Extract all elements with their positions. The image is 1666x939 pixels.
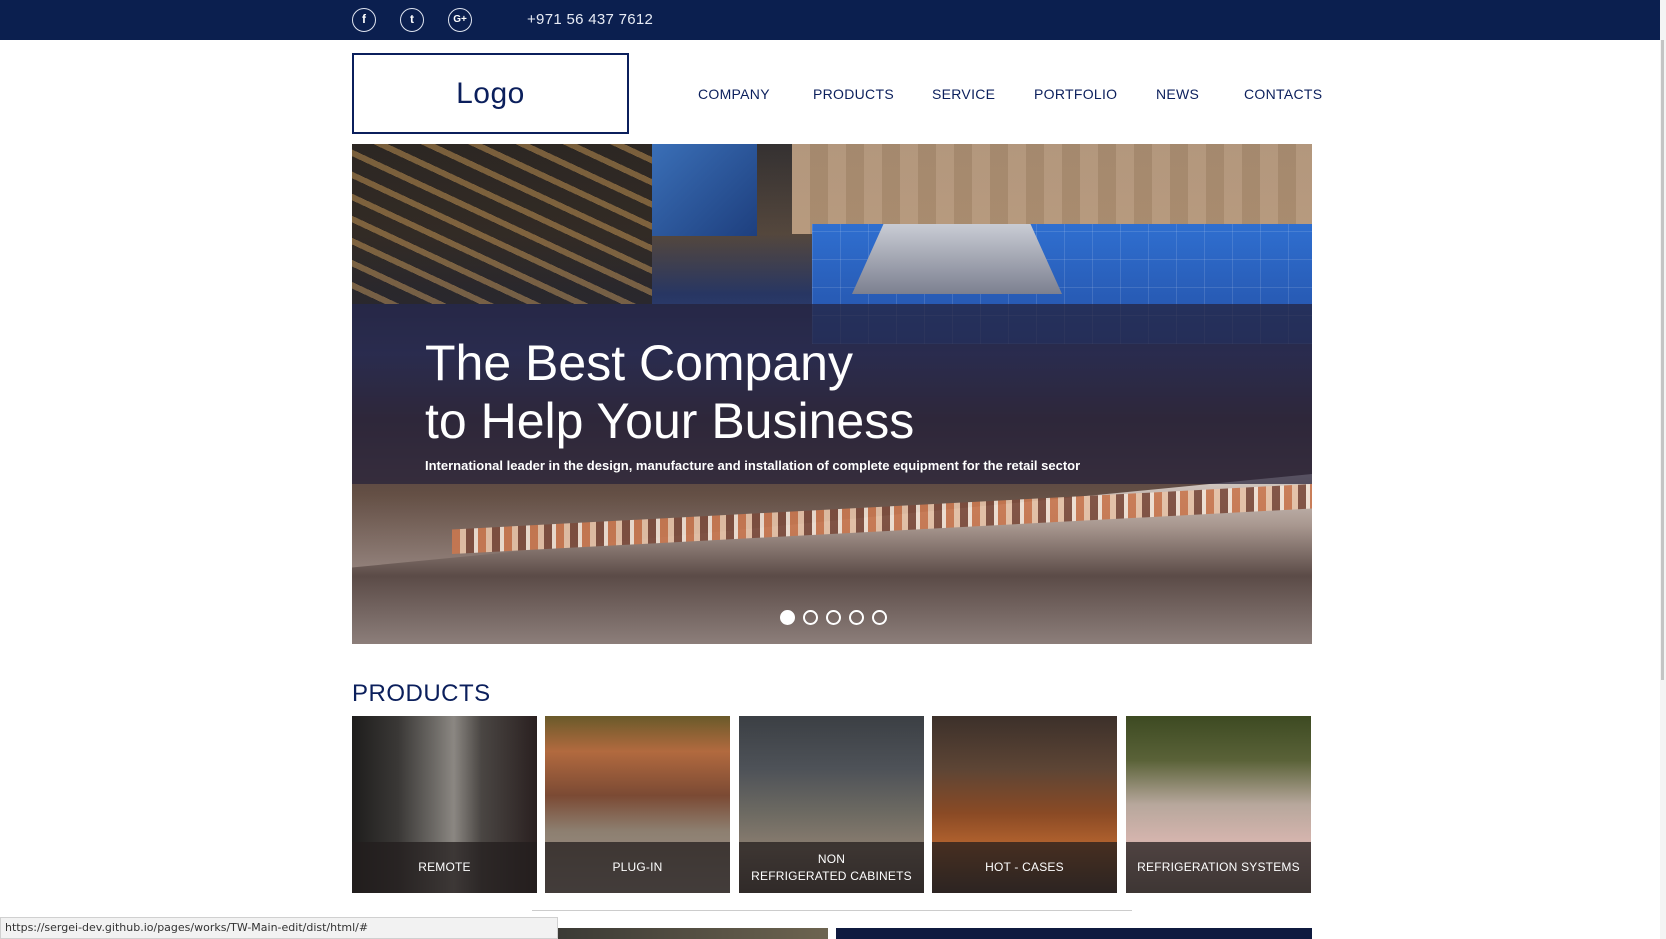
slider-dots [780, 610, 887, 625]
google-plus-icon[interactable]: G+ [448, 8, 472, 32]
products-heading: PRODUCTS [352, 680, 491, 707]
hero-image-sign [652, 144, 757, 236]
hero-title-line1: The Best Company [425, 335, 853, 391]
nav-news[interactable]: NEWS [1156, 86, 1199, 102]
hero-slider: The Best Company to Help Your Business I… [352, 144, 1312, 644]
phone-number[interactable]: +971 56 437 7612 [527, 11, 653, 28]
product-label: REFRIGERATION SYSTEMS [1126, 842, 1311, 893]
nav-contacts[interactable]: CONTACTS [1244, 86, 1322, 102]
product-label: PLUG-IN [545, 842, 730, 893]
product-card-plug-in[interactable]: PLUG-IN [545, 716, 730, 893]
nav-service[interactable]: SERVICE [932, 86, 995, 102]
facebook-icon[interactable]: f [352, 8, 376, 32]
twitter-icon[interactable]: t [400, 8, 424, 32]
hero-subtitle: International leader in the design, manu… [425, 458, 1081, 473]
top-bar: f t G+ +971 56 437 7612 [0, 0, 1666, 40]
section-divider [532, 910, 1132, 911]
nav-portfolio[interactable]: PORTFOLIO [1034, 86, 1117, 102]
product-card-remote[interactable]: REMOTE [352, 716, 537, 893]
logo[interactable]: Logo [352, 53, 629, 134]
nav-products[interactable]: PRODUCTS [813, 86, 894, 102]
hero-image-wood-wall [792, 144, 1312, 234]
status-bar-url: https://sergei-dev.github.io/pages/works… [0, 917, 558, 939]
logo-text: Logo [456, 76, 525, 110]
next-section-banner [836, 928, 1312, 939]
nav-company[interactable]: COMPANY [698, 86, 770, 102]
product-label: REMOTE [352, 842, 537, 893]
slider-dot[interactable] [780, 610, 795, 625]
scrollbar-thumb[interactable] [1661, 40, 1664, 680]
slider-dot[interactable] [826, 610, 841, 625]
hero-image-ceiling [352, 144, 652, 304]
slider-dot[interactable] [849, 610, 864, 625]
slider-dot[interactable] [872, 610, 887, 625]
product-card-non-refrigerated[interactable]: NON REFRIGERATED CABINETS [739, 716, 924, 893]
product-card-hot-cases[interactable]: HOT - CASES [932, 716, 1117, 893]
hero-image-hood [852, 224, 1062, 294]
hero-title: The Best Company to Help Your Business [425, 334, 1225, 450]
product-card-refrigeration-systems[interactable]: REFRIGERATION SYSTEMS [1126, 716, 1311, 893]
hero-title-line2: to Help Your Business [425, 393, 915, 449]
slider-dot[interactable] [803, 610, 818, 625]
product-label: NON REFRIGERATED CABINETS [739, 842, 924, 893]
product-label: HOT - CASES [932, 842, 1117, 893]
next-section-image [558, 928, 828, 939]
